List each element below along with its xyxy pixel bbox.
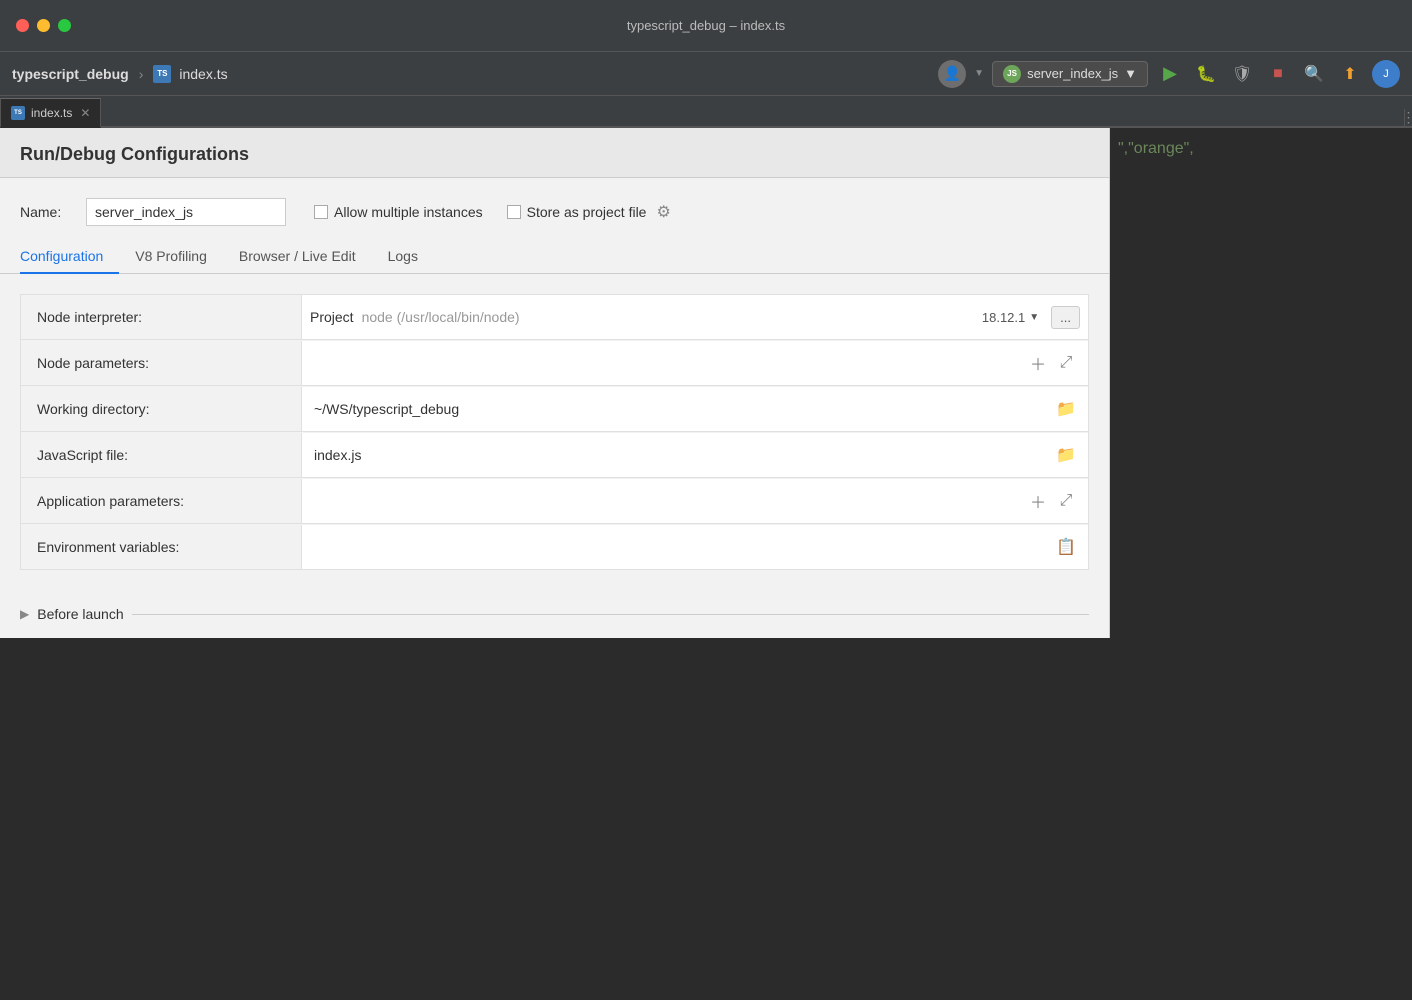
application-parameters-row: Application parameters: ＋ ⤢ — [20, 478, 1089, 524]
stop-button[interactable]: ■ — [1264, 60, 1292, 88]
environment-variables-value: 📋 — [301, 525, 1088, 569]
application-parameters-label: Application parameters: — [21, 483, 301, 519]
working-directory-value: 📁 — [301, 387, 1088, 431]
coverage-button[interactable]: 🛡 — [1228, 60, 1256, 88]
node-interpreter-label: Node interpreter: — [21, 299, 301, 335]
close-button[interactable] — [16, 19, 29, 32]
javascript-file-label: JavaScript file: — [21, 437, 301, 473]
config-tabs: Configuration V8 Profiling Browser / Liv… — [0, 240, 1109, 274]
project-name[interactable]: typescript_debug — [12, 66, 129, 82]
node-parameters-row: Node parameters: ＋ ⤢ — [20, 340, 1089, 386]
javascript-file-browse-button[interactable]: 📁 — [1052, 441, 1080, 469]
interpreter-dropdown-arrow[interactable]: ▼ — [1029, 312, 1039, 323]
name-label: Name: — [20, 204, 70, 220]
run-config-name: server_index_js — [1027, 66, 1118, 81]
node-parameters-input[interactable] — [310, 353, 1024, 373]
file-type-icon: TS — [153, 65, 171, 83]
window-title: typescript_debug – index.ts — [627, 18, 785, 33]
code-editor-background: ","orange", — [1110, 128, 1412, 1000]
environment-variables-input[interactable] — [310, 537, 1052, 557]
tab-name: index.ts — [31, 106, 72, 120]
name-input[interactable] — [86, 198, 286, 226]
file-icon: TS — [11, 106, 25, 120]
toolbar: typescript_debug › TS index.ts 👤 ▼ JS se… — [0, 52, 1412, 96]
tab-overflow-icon[interactable]: ⋮ — [1402, 109, 1412, 126]
application-parameters-value: ＋ ⤢ — [301, 479, 1088, 523]
tab-close-button[interactable]: ✕ — [80, 106, 90, 120]
code-line-1: ","orange", — [1118, 136, 1404, 162]
user-avatar[interactable]: 👤 — [938, 60, 966, 88]
code-text: ","orange", — [1118, 140, 1194, 157]
store-project-checkbox[interactable] — [507, 205, 521, 219]
run-button[interactable]: ▶ — [1156, 60, 1184, 88]
tab-bar: TS index.ts ✕ ⋮ — [0, 96, 1412, 128]
working-directory-label: Working directory: — [21, 391, 301, 427]
before-launch-chevron[interactable]: ▶ — [20, 607, 29, 621]
tab-configuration[interactable]: Configuration — [20, 240, 119, 274]
node-interpreter-value: Project node (/usr/local/bin/node) 18.12… — [301, 295, 1088, 339]
javascript-file-row: JavaScript file: 📁 — [20, 432, 1089, 478]
allow-multiple-checkbox[interactable] — [314, 205, 328, 219]
environment-variables-label: Environment variables: — [21, 529, 301, 565]
tab-v8-profiling[interactable]: V8 Profiling — [119, 240, 223, 274]
update-button[interactable]: ⬆ — [1336, 60, 1364, 88]
environment-variables-edit-button[interactable]: 📋 — [1052, 533, 1080, 561]
before-launch-separator — [132, 614, 1089, 615]
gear-icon[interactable]: ⚙ — [656, 202, 670, 222]
traffic-lights — [16, 19, 71, 32]
application-parameters-input[interactable] — [310, 491, 1024, 511]
toolbar-filename[interactable]: index.ts — [179, 66, 227, 82]
avatar-dropdown-arrow[interactable]: ▼ — [974, 68, 984, 79]
node-parameters-value: ＋ ⤢ — [301, 341, 1088, 385]
name-row: Name: Allow multiple instances Store as … — [0, 178, 1109, 240]
minimize-button[interactable] — [37, 19, 50, 32]
titlebar: typescript_debug – index.ts — [0, 0, 1412, 52]
working-directory-input[interactable] — [310, 399, 1052, 419]
node-interpreter-row: Node interpreter: Project node (/usr/loc… — [20, 294, 1089, 340]
interpreter-project: Project — [310, 309, 362, 325]
tab-logs[interactable]: Logs — [372, 240, 434, 274]
interpreter-row: Project node (/usr/local/bin/node) 18.12… — [310, 306, 1080, 329]
debug-button[interactable]: 🐛 — [1192, 60, 1220, 88]
application-parameters-add-button[interactable]: ＋ — [1024, 487, 1052, 515]
interpreter-more-button[interactable]: ... — [1051, 306, 1080, 329]
node-parameters-expand-button[interactable]: ⤢ — [1052, 349, 1080, 377]
javascript-file-value: 📁 — [301, 433, 1088, 477]
node-parameters-label: Node parameters: — [21, 345, 301, 381]
working-directory-browse-button[interactable]: 📁 — [1052, 395, 1080, 423]
tab-index-ts[interactable]: TS index.ts ✕ — [0, 98, 101, 128]
checkbox-group: Allow multiple instances Store as projec… — [314, 202, 671, 222]
interpreter-version: 18.12.1 — [982, 310, 1025, 325]
working-directory-row: Working directory: 📁 — [20, 386, 1089, 432]
interpreter-path: node (/usr/local/bin/node) — [362, 309, 982, 325]
allow-multiple-label: Allow multiple instances — [334, 204, 483, 220]
configuration-content: Node interpreter: Project node (/usr/loc… — [0, 274, 1109, 590]
run-debug-dialog: Run/Debug Configurations Name: Allow mul… — [0, 128, 1110, 638]
dialog-header: Run/Debug Configurations — [0, 128, 1109, 178]
store-project-label: Store as project file — [527, 204, 647, 220]
application-parameters-expand-button[interactable]: ⤢ — [1052, 487, 1080, 515]
content-area: ","orange", Run/Debug Configurations Nam… — [0, 128, 1412, 1000]
profile-icon[interactable]: J — [1372, 60, 1400, 88]
allow-multiple-item: Allow multiple instances — [314, 204, 483, 220]
javascript-file-input[interactable] — [310, 445, 1052, 465]
before-launch-section: ▶ Before launch — [0, 590, 1109, 638]
search-button[interactable]: 🔍 — [1300, 60, 1328, 88]
maximize-button[interactable] — [58, 19, 71, 32]
dialog-title: Run/Debug Configurations — [20, 144, 249, 164]
run-config-dropdown-arrow: ▼ — [1124, 66, 1137, 81]
before-launch-title: Before launch — [37, 606, 123, 622]
environment-variables-row: Environment variables: 📋 — [20, 524, 1089, 570]
breadcrumb-sep: › — [139, 66, 144, 82]
nodejs-icon: JS — [1003, 65, 1021, 83]
run-config-selector[interactable]: JS server_index_js ▼ — [992, 61, 1148, 87]
store-project-item: Store as project file ⚙ — [507, 202, 671, 222]
node-parameters-add-button[interactable]: ＋ — [1024, 349, 1052, 377]
tab-browser-live-edit[interactable]: Browser / Live Edit — [223, 240, 372, 274]
